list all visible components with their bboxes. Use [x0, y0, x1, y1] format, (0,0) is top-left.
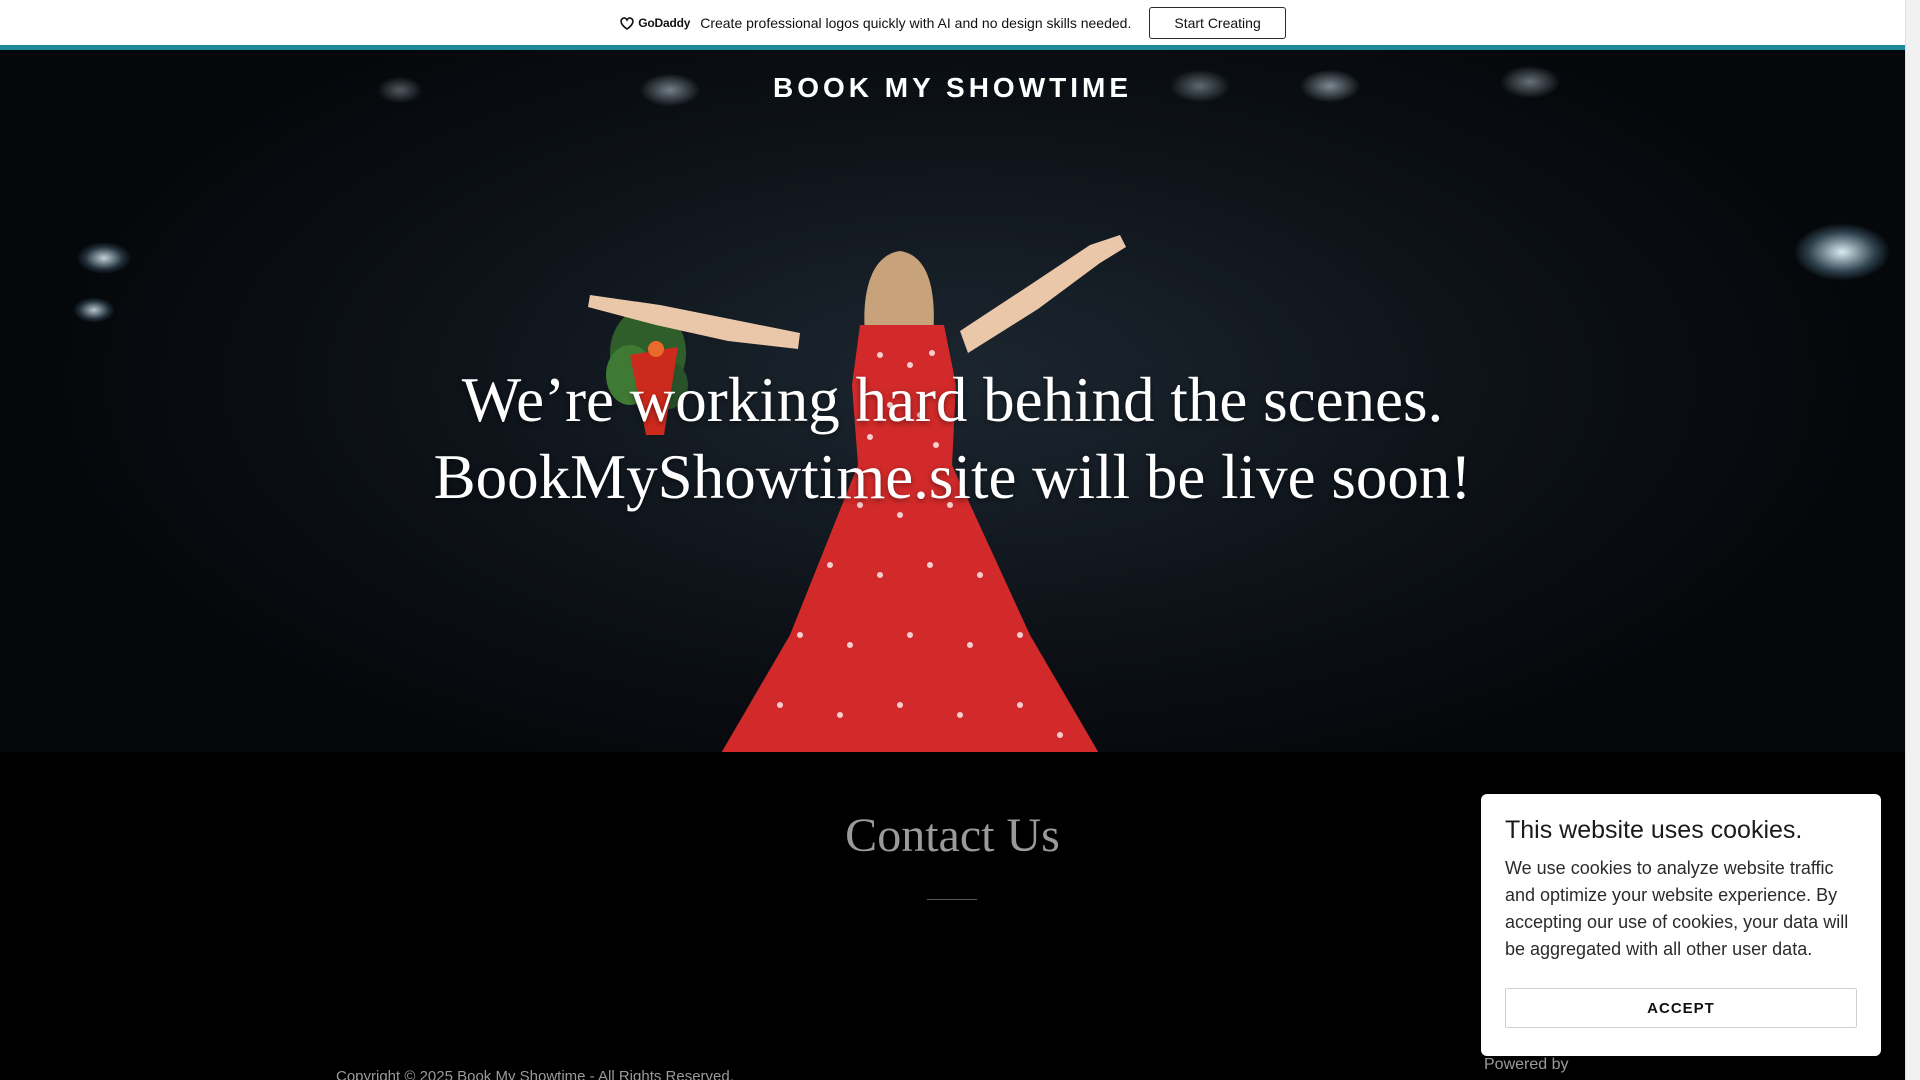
godaddy-mark-icon: [620, 16, 634, 30]
godaddy-wordmark: GoDaddy: [638, 15, 691, 30]
hero-heading: We’re working hard behind the scenes. Bo…: [0, 362, 1905, 516]
cookie-title: This website uses cookies.: [1505, 816, 1803, 844]
page: GoDaddy Create professional logos quickl…: [0, 0, 1905, 1080]
promo-content: GoDaddy Create professional logos quickl…: [619, 6, 1286, 39]
contact-divider: [927, 899, 977, 900]
hero-heading-line-1: We’re working hard behind the scenes.: [461, 365, 1444, 435]
cookie-consent-dialog: This website uses cookies. We use cookie…: [1481, 794, 1881, 1056]
powered-by-text: Powered by: [1484, 1056, 1569, 1073]
copyright-text: Copyright © 2025 Book My Showtime - All …: [336, 1068, 734, 1080]
hero-heading-line-2: BookMyShowtime.site will be live soon!: [433, 442, 1472, 512]
godaddy-logo[interactable]: GoDaddy: [619, 16, 690, 30]
start-creating-button[interactable]: Start Creating: [1149, 6, 1286, 39]
promo-banner: GoDaddy Create professional logos quickl…: [0, 0, 1905, 50]
site-title[interactable]: BOOK MY SHOWTIME: [0, 72, 1905, 104]
cookie-body: We use cookies to analyze website traffi…: [1505, 858, 1849, 959]
promo-text: Create professional logos quickly with A…: [700, 14, 1132, 31]
hero-section: BOOK MY SHOWTIME We’re working hard behi…: [0, 50, 1905, 752]
accept-cookies-button[interactable]: ACCEPT: [1505, 988, 1857, 1028]
page-scrollbar[interactable]: [1905, 0, 1920, 1080]
